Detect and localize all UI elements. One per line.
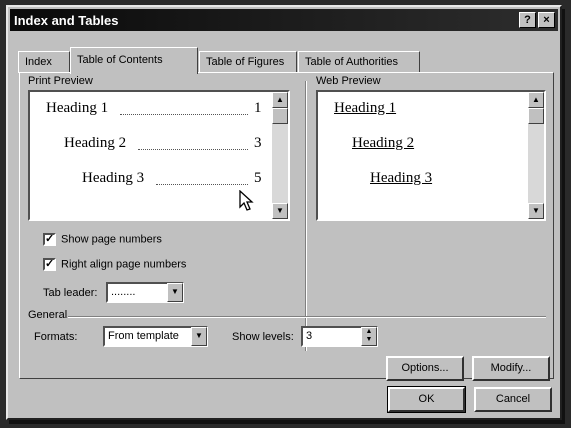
chevron-down-icon[interactable]: ▼ — [191, 327, 207, 346]
leader-dots — [138, 149, 248, 150]
modify-button[interactable]: Modify... — [472, 356, 550, 381]
leader-dots — [120, 114, 248, 115]
show-page-numbers-label: Show page numbers — [61, 233, 162, 246]
tab-table-of-authorities[interactable]: Table of Authorities — [298, 51, 420, 73]
formats-label: Formats: — [34, 331, 78, 343]
print-page-5: 5 — [254, 170, 262, 186]
scroll-thumb[interactable] — [272, 108, 288, 124]
show-page-numbers-checkbox[interactable]: ✓ — [43, 233, 56, 246]
web-preview-label: Web Preview — [316, 75, 381, 87]
print-preview-box: Heading 1 1 Heading 2 3 Heading 3 5 ▲ ▼ — [28, 90, 290, 221]
chevron-down-icon[interactable]: ▼ — [167, 283, 183, 302]
cancel-button[interactable]: Cancel — [474, 387, 552, 412]
scroll-thumb[interactable] — [528, 108, 544, 124]
ok-button[interactable]: OK — [387, 386, 466, 413]
scroll-up-arrow-icon[interactable]: ▲ — [272, 92, 288, 108]
print-preview-label: Print Preview — [28, 75, 93, 87]
tab-table-of-contents[interactable]: Table of Contents — [70, 47, 198, 74]
window-title: Index and Tables — [14, 13, 119, 28]
leader-dots — [156, 184, 248, 185]
spin-arrows-icon[interactable]: ▲ ▼ — [361, 327, 377, 346]
options-button[interactable]: Options... — [386, 356, 464, 381]
tab-index[interactable]: Index — [18, 51, 70, 73]
right-align-option[interactable]: ✓ Right align page numbers — [43, 258, 186, 271]
web-heading-3-text: Heading 3 — [370, 170, 433, 186]
right-align-checkbox[interactable]: ✓ — [43, 258, 56, 271]
print-page-3: 3 — [254, 135, 262, 151]
tab-leader-value: ........ — [111, 286, 136, 298]
show-levels-spinner[interactable]: 3 ▲ ▼ — [301, 326, 378, 347]
web-preview-box: Heading 1 Heading 2 Heading 3 ▲ ▼ — [316, 90, 546, 221]
show-levels-label: Show levels: — [232, 331, 294, 343]
right-align-label: Right align page numbers — [61, 258, 187, 271]
print-heading-2: Heading 2 — [64, 135, 127, 151]
web-heading-1-link[interactable]: Heading 1 — [334, 100, 396, 117]
formats-value: From template — [108, 330, 179, 342]
print-page-1: 1 — [254, 100, 262, 116]
web-preview-scrollbar[interactable]: ▲ ▼ — [528, 92, 544, 219]
scroll-up-arrow-icon[interactable]: ▲ — [528, 92, 544, 108]
general-divider — [68, 316, 546, 318]
scroll-down-arrow-icon[interactable]: ▼ — [272, 203, 288, 219]
help-button[interactable]: ? — [519, 12, 536, 28]
close-button[interactable]: × — [538, 12, 555, 28]
show-page-numbers-option[interactable]: ✓ Show page numbers — [43, 233, 162, 246]
preview-divider — [305, 81, 307, 351]
print-heading-3: Heading 3 — [82, 170, 145, 186]
print-heading-1: Heading 1 — [46, 100, 109, 116]
tab-leader-label: Tab leader: — [43, 287, 98, 299]
show-levels-value: 3 — [306, 330, 313, 342]
print-preview-scrollbar[interactable]: ▲ ▼ — [272, 92, 288, 219]
tab-table-of-figures[interactable]: Table of Figures — [199, 51, 297, 73]
title-bar: Index and Tables ? × — [10, 9, 558, 31]
index-and-tables-dialog: Index and Tables ? × Index Table of Cont… — [6, 5, 562, 420]
scroll-down-arrow-icon[interactable]: ▼ — [528, 203, 544, 219]
tab-leader-dropdown[interactable]: ........ ▼ — [106, 282, 184, 303]
table-of-contents-panel: Print Preview Heading 1 1 Heading 2 3 He… — [19, 72, 554, 381]
web-heading-1-text: Heading 1 — [334, 100, 397, 116]
mouse-cursor-icon — [239, 190, 254, 211]
web-heading-3-link[interactable]: Heading 3 — [370, 170, 432, 187]
general-label: General — [28, 309, 68, 321]
web-heading-2-text: Heading 2 — [352, 135, 415, 151]
web-heading-2-link[interactable]: Heading 2 — [352, 135, 414, 152]
formats-dropdown[interactable]: From template ▼ — [103, 326, 208, 347]
